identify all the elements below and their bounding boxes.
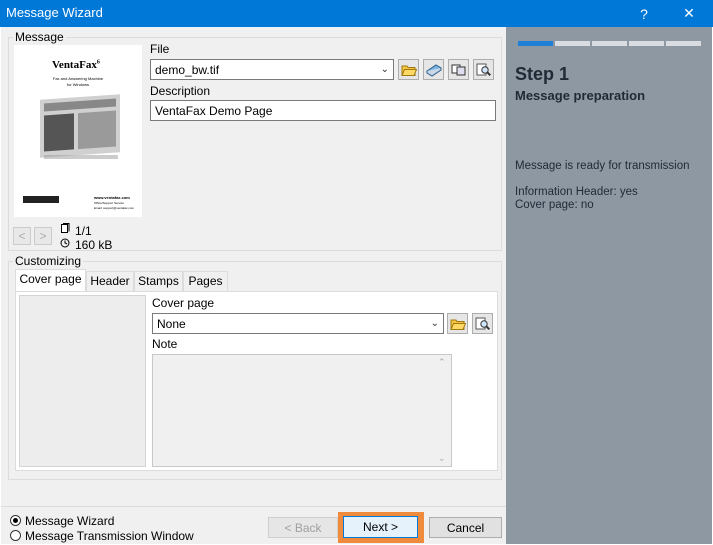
page-counter: 1/1: [75, 224, 92, 238]
tab-stamps[interactable]: Stamps: [134, 271, 183, 291]
file-select[interactable]: demo_bw.tif ⌄: [150, 59, 394, 80]
scroll-up-icon[interactable]: ⌃: [438, 357, 446, 368]
step-progress-segment: [518, 41, 553, 46]
magnifier-icon: [475, 317, 490, 330]
preview-tagline-2: for Windows: [66, 82, 89, 87]
description-input[interactable]: VentaFax Demo Page: [150, 100, 496, 121]
file-label: File: [150, 42, 170, 56]
message-group-legend: Message: [13, 30, 66, 44]
page-count-icon: [61, 223, 70, 233]
view-cover-page-button[interactable]: [472, 313, 493, 334]
note-label: Note: [152, 337, 178, 351]
file-size: 160 kB: [75, 238, 113, 252]
magnifier-icon: [476, 63, 491, 76]
step-progress-segment: [592, 41, 627, 46]
step-progress-segment: [555, 41, 590, 46]
step-progress-segment: [666, 41, 701, 46]
folder-open-icon: [400, 65, 417, 76]
pages-icon: [451, 64, 465, 75]
open-file-button[interactable]: [398, 59, 419, 80]
status-text: Message is ready for transmission: [515, 160, 690, 172]
step-panel: [506, 27, 712, 544]
page-preview[interactable]: VentaFax6 Fax and Answering Machine for …: [14, 45, 142, 217]
scanner-icon: [425, 63, 442, 77]
folder-open-icon: [449, 319, 466, 330]
cover-page-preview: [19, 295, 146, 467]
chevron-down-icon: ⌄: [430, 318, 439, 329]
page-setup-button[interactable]: [448, 59, 469, 80]
open-cover-page-button[interactable]: [447, 313, 468, 334]
cancel-button[interactable]: Cancel: [429, 517, 502, 538]
scan-button[interactable]: [423, 59, 444, 80]
chevron-down-icon: ⌄: [380, 64, 389, 75]
preview-tagline-1: Fax and Answering Machine: [52, 76, 104, 81]
tab-pages[interactable]: Pages: [183, 271, 228, 291]
window-title: Message Wizard: [6, 5, 103, 20]
bottom-divider: [1, 506, 506, 507]
note-scrollbar[interactable]: ⌃ ⌄: [434, 355, 451, 466]
customizing-group-legend: Customizing: [13, 254, 84, 268]
step-progress-segment: [629, 41, 664, 46]
description-label: Description: [150, 84, 211, 98]
cover-page-status: Cover page: no: [515, 199, 594, 211]
close-icon: ✕: [683, 5, 695, 21]
title-bar: Message Wizard ? ✕: [0, 0, 713, 27]
preview-footer-1: Office/Support Service: [94, 201, 124, 205]
cover-page-label: Cover page: [152, 296, 215, 310]
help-icon: ?: [640, 5, 648, 22]
radio-transmission-window-label[interactable]: Message Transmission Window: [25, 529, 194, 543]
file-size-icon: [60, 238, 70, 248]
tab-header[interactable]: Header: [86, 271, 134, 291]
info-header-status: Information Header: yes: [515, 186, 638, 198]
prev-page-button[interactable]: <: [13, 227, 31, 245]
preview-footer-2: Email: support@ventafax.com: [94, 206, 135, 210]
scroll-down-icon[interactable]: ⌄: [438, 453, 446, 464]
preview-shadow: [44, 155, 118, 159]
view-file-button[interactable]: [473, 59, 494, 80]
radio-transmission-window[interactable]: [10, 530, 21, 541]
radio-message-wizard[interactable]: [10, 515, 21, 526]
radio-message-wizard-label[interactable]: Message Wizard: [25, 514, 114, 528]
step-subtitle: Message preparation: [515, 88, 646, 103]
preview-screenshot-image: [40, 94, 120, 158]
next-page-button[interactable]: >: [34, 227, 52, 245]
tab-cover-page[interactable]: Cover page: [15, 269, 86, 292]
step-title: Step 1: [515, 64, 570, 84]
close-button[interactable]: ✕: [667, 0, 711, 27]
preview-logo: [23, 196, 59, 203]
preview-brand: VentaFax6: [52, 59, 100, 71]
cover-page-select[interactable]: None ⌄: [152, 313, 444, 334]
help-button[interactable]: ?: [622, 0, 666, 27]
note-textarea[interactable]: ⌃ ⌄: [152, 354, 452, 467]
back-button[interactable]: < Back: [268, 517, 338, 538]
next-button[interactable]: Next >: [343, 516, 418, 538]
preview-website: www.ventafax.com: [94, 195, 130, 200]
